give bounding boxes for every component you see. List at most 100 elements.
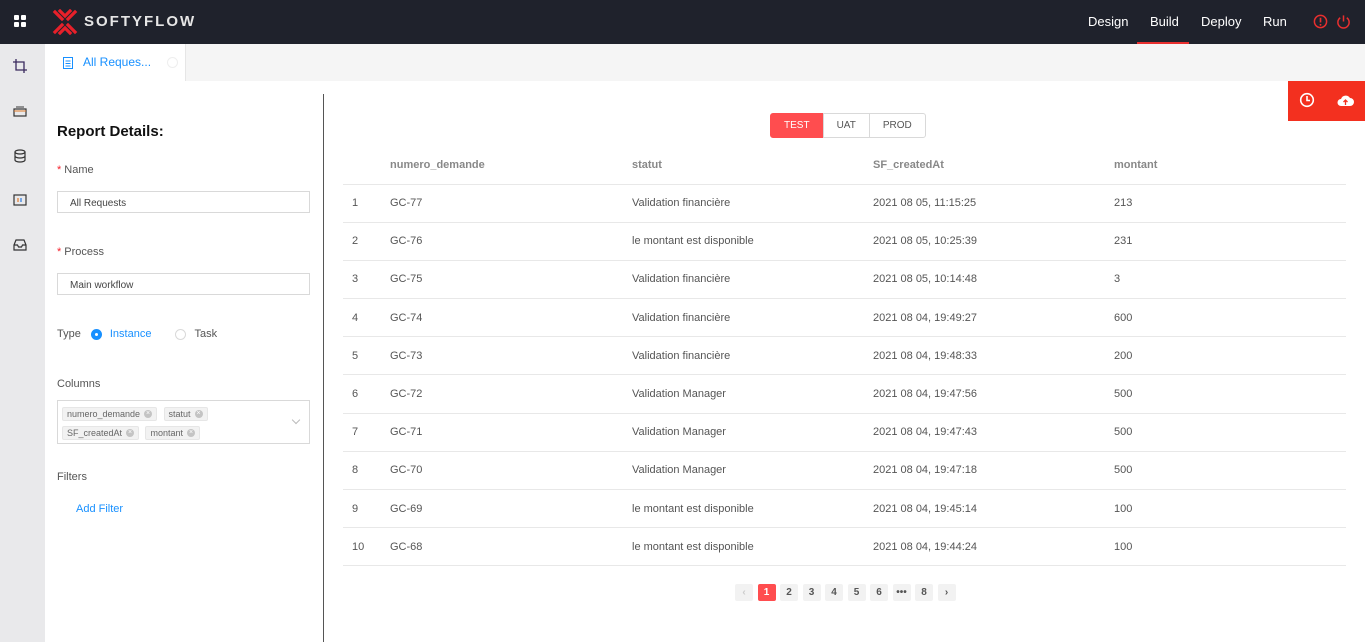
cell-montant: 500	[1114, 374, 1346, 414]
column-chip: numero_demande ×	[62, 407, 158, 421]
page-button[interactable]: 1	[757, 584, 776, 601]
column-header-statut[interactable]: statut	[632, 146, 873, 185]
name-input[interactable]: All Requests	[57, 191, 310, 213]
crop-icon[interactable]	[13, 59, 27, 73]
cell-statut: le montant est disponible	[632, 527, 873, 567]
table-row[interactable]: 7 GC-71 Validation Manager 2021 08 04, 19:4…	[343, 413, 1346, 452]
cell-montant: 600	[1114, 298, 1346, 338]
history-icon[interactable]	[1299, 92, 1315, 108]
power-icon[interactable]	[1336, 14, 1351, 29]
row-index: 6	[343, 374, 390, 414]
chip-remove-icon[interactable]: ×	[194, 410, 203, 418]
env-test-button[interactable]: TEST	[770, 113, 824, 138]
row-index: 2	[343, 222, 390, 261]
column-header-sf-createdat[interactable]: SF_createdAt	[873, 146, 1114, 185]
nav-run[interactable]: Run	[1263, 14, 1287, 29]
inbox-icon[interactable]	[13, 238, 27, 252]
cell-numero-demande: GC-75	[390, 260, 632, 300]
report-details-title: Report Details:	[57, 123, 164, 140]
cell-sf-createdat: 2021 08 05, 11:15:25	[873, 184, 1114, 223]
action-toolbar	[1288, 81, 1365, 121]
pagination: ‹ 1 2 3 4 5 6 ••• 8 ›	[735, 584, 960, 601]
tab-close-icon[interactable]	[167, 57, 178, 68]
alert-icon[interactable]	[1313, 14, 1328, 29]
columns-label: Columns	[57, 378, 101, 390]
apps-grid-icon[interactable]	[14, 15, 27, 28]
cell-sf-createdat: 2021 08 04, 19:44:24	[873, 527, 1114, 567]
cell-statut: Validation Manager	[632, 451, 873, 491]
table-row[interactable]: 2 GC-76 le montant est disponible 2021 08 0…	[343, 222, 1346, 261]
table-row[interactable]: 5 GC-73 Validation financière 2021 08 04, 1…	[343, 336, 1346, 376]
env-uat-button[interactable]: UAT	[822, 113, 870, 138]
column-header-index	[343, 146, 390, 185]
nav-build[interactable]: Build	[1150, 14, 1179, 29]
database-icon[interactable]	[13, 149, 27, 163]
table-row[interactable]: 4 GC-74 Validation financière 2021 08 04, 1…	[343, 298, 1346, 338]
cell-montant: 231	[1114, 222, 1346, 261]
radio-instance-label[interactable]: Instance	[110, 328, 152, 340]
cell-montant: 213	[1114, 184, 1346, 223]
tab-bar: All Reques...	[45, 44, 1365, 81]
row-index: 1	[343, 184, 390, 223]
report-details-panel: Report Details: * Name All Requests * Proc…	[45, 81, 323, 642]
prev-page-button[interactable]: ‹	[735, 584, 753, 601]
table-row[interactable]: 8 GC-70 Validation Manager 2021 08 04, 19:4…	[343, 451, 1346, 491]
process-select[interactable]: Main workflow	[57, 273, 310, 295]
page-button[interactable]: 8	[915, 584, 933, 601]
top-bar: SOFTYFLOW Design Build Deploy Run	[0, 0, 1365, 44]
left-sidebar	[0, 44, 45, 642]
page-ellipsis[interactable]: •••	[892, 584, 911, 601]
table-row[interactable]: 1 GC-77 Validation financière 2021 08 05, 1…	[343, 184, 1346, 223]
cell-numero-demande: GC-74	[390, 298, 632, 338]
nav-deploy[interactable]: Deploy	[1201, 14, 1241, 29]
cell-statut: le montant est disponible	[632, 489, 873, 529]
page-button[interactable]: 6	[870, 584, 888, 601]
chip-remove-icon[interactable]: ×	[187, 429, 196, 437]
cell-numero-demande: GC-68	[390, 527, 632, 567]
cloud-upload-icon[interactable]	[1337, 93, 1354, 107]
column-chip: statut ×	[163, 407, 208, 421]
chip-remove-icon[interactable]: ×	[126, 429, 135, 437]
next-page-button[interactable]: ›	[937, 584, 956, 601]
report-table: numero_demande statut SF_createdAt monta…	[343, 146, 1346, 567]
env-prod-button[interactable]: PROD	[868, 113, 926, 138]
page-button[interactable]: 4	[825, 584, 843, 601]
page-button[interactable]: 3	[802, 584, 821, 601]
columns-multiselect[interactable]: numero_demande × statut × SF_createdAt × mo…	[57, 400, 310, 444]
add-filter-button[interactable]: Add Filter	[76, 503, 123, 515]
report-icon[interactable]	[13, 193, 27, 207]
cell-montant: 500	[1114, 451, 1346, 491]
chip-remove-icon[interactable]: ×	[144, 410, 153, 418]
chevron-down-icon[interactable]	[291, 415, 301, 425]
tab-all-requests[interactable]: All Reques...	[45, 44, 186, 81]
layers-icon[interactable]	[13, 104, 27, 118]
softyflow-logo-icon	[52, 9, 78, 35]
column-chip: montant ×	[145, 426, 201, 440]
cell-numero-demande: GC-73	[390, 336, 632, 376]
cell-montant: 500	[1114, 413, 1346, 452]
panel-divider[interactable]	[323, 94, 324, 642]
column-header-numero-demande[interactable]: numero_demande	[390, 146, 632, 185]
table-row[interactable]: 9 GC-69 le montant est disponible 2021 08 0…	[343, 489, 1346, 529]
cell-statut: Validation financière	[632, 260, 873, 300]
page-button[interactable]: 2	[780, 584, 798, 601]
cell-sf-createdat: 2021 08 04, 19:47:18	[873, 451, 1114, 491]
environment-switch: TEST UAT PROD	[770, 113, 926, 138]
cell-statut: Validation financière	[632, 298, 873, 338]
cell-numero-demande: GC-77	[390, 184, 632, 223]
radio-task[interactable]	[175, 328, 187, 340]
nav-design[interactable]: Design	[1088, 14, 1128, 29]
radio-task-label[interactable]: Task	[194, 328, 217, 340]
cell-statut: Validation Manager	[632, 374, 873, 414]
table-row[interactable]: 6 GC-72 Validation Manager 2021 08 04, 19:4…	[343, 374, 1346, 414]
radio-instance[interactable]	[90, 328, 102, 340]
table-row[interactable]: 10 GC-68 le montant est disponible 2021 08 …	[343, 527, 1346, 567]
name-label: * Name	[57, 164, 94, 176]
column-header-montant[interactable]: montant	[1114, 146, 1346, 185]
table-row[interactable]: 3 GC-75 Validation financière 2021 08 05, 1…	[343, 260, 1346, 300]
page-button[interactable]: 5	[847, 584, 866, 601]
row-index: 7	[343, 413, 390, 452]
cell-statut: Validation financière	[632, 336, 873, 376]
row-index: 4	[343, 298, 390, 338]
cell-sf-createdat: 2021 08 05, 10:14:48	[873, 260, 1114, 300]
